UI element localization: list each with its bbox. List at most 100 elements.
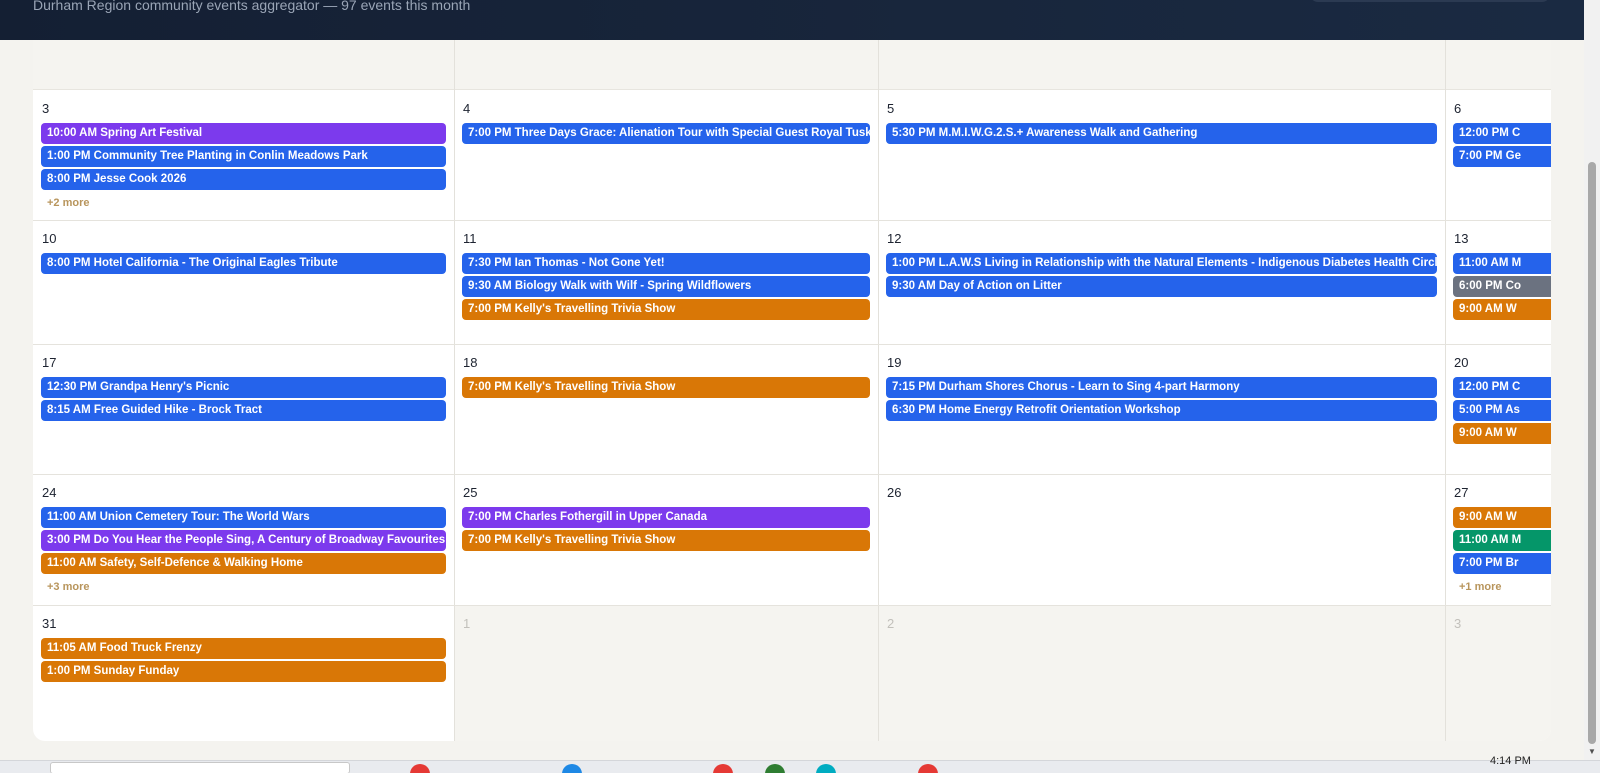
event-chip[interactable]: 9:30 AM Biology Walk with Wilf - Spring … xyxy=(462,275,870,297)
event-chip[interactable]: 8:00 PM Jesse Cook 2026 xyxy=(41,168,446,190)
scroll-down-arrow-icon[interactable]: ▼ xyxy=(1588,747,1596,756)
taskbar-app-icon[interactable] xyxy=(765,764,785,773)
day-number: 2 xyxy=(887,616,895,631)
day-cell[interactable]: 26 xyxy=(878,474,1445,605)
taskbar-app-icon[interactable] xyxy=(816,764,836,773)
day-number: 1 xyxy=(463,616,471,631)
row-divider xyxy=(33,344,1551,345)
page-scrollbar[interactable]: ▼ xyxy=(1584,0,1600,760)
header-search-pill[interactable] xyxy=(1310,0,1550,2)
day-number: 12 xyxy=(887,231,902,246)
event-chip[interactable]: 9:30 AM Day of Action on Litter xyxy=(886,275,1437,297)
app-header: Durham Region community events aggregato… xyxy=(0,0,1584,40)
day-cell[interactable]: 31 11:05 AM Food Truck Frenzy 1:00 PM Sund… xyxy=(33,605,454,741)
taskbar-app-icon[interactable] xyxy=(713,764,733,773)
day-number: 25 xyxy=(463,485,478,500)
day-cell[interactable]: 6 12:00 PM C 7:00 PM Ge xyxy=(1445,90,1551,220)
scrollbar-thumb[interactable] xyxy=(1588,162,1596,744)
event-chip[interactable]: 5:00 PM As xyxy=(1453,399,1551,421)
event-chip[interactable]: 5:30 PM M.M.I.W.G.2.S.+ Awareness Walk a… xyxy=(886,123,1437,144)
day-number: 5 xyxy=(887,101,895,116)
day-number: 31 xyxy=(42,616,57,631)
month-calendar: 3 10:00 AM Spring Art Festival 1:00 PM Com… xyxy=(33,40,1551,741)
day-cell[interactable]: 11 7:30 PM Ian Thomas - Not Gone Yet! 9:30… xyxy=(454,220,878,344)
day-number: 10 xyxy=(42,231,57,246)
day-number: 27 xyxy=(1454,485,1469,500)
column-divider xyxy=(454,40,455,741)
day-number: 24 xyxy=(42,485,57,500)
day-cell[interactable]: 19 7:15 PM Durham Shores Chorus - Learn t… xyxy=(878,344,1445,474)
event-chip[interactable]: 7:00 PM Kelly's Travelling Trivia Show xyxy=(462,529,870,551)
day-cell[interactable]: 12 1:00 PM L.A.W.S Living in Relationship… xyxy=(878,220,1445,344)
day-cell[interactable]: 17 12:30 PM Grandpa Henry's Picnic 8:15 AM… xyxy=(33,344,454,474)
event-chip[interactable]: 9:00 AM W xyxy=(1453,422,1551,444)
event-chip[interactable]: 8:15 AM Free Guided Hike - Brock Tract xyxy=(41,399,446,421)
event-chip[interactable]: 7:30 PM Ian Thomas - Not Gone Yet! xyxy=(462,253,870,274)
taskbar-clock: 4:14 PM xyxy=(1490,755,1531,767)
day-cell[interactable]: 3 10:00 AM Spring Art Festival 1:00 PM Com… xyxy=(33,90,454,220)
event-chip[interactable]: 1:00 PM L.A.W.S Living in Relationship w… xyxy=(886,253,1437,274)
header-subtitle: Durham Region community events aggregato… xyxy=(33,0,471,13)
more-events-link[interactable]: +1 more xyxy=(1459,581,1502,593)
day-number: 6 xyxy=(1454,101,1462,116)
os-taskbar: 4:14 PM xyxy=(0,755,1600,773)
day-cell[interactable]: 1 xyxy=(454,605,878,741)
column-divider xyxy=(878,40,879,741)
day-cell[interactable]: 3 xyxy=(1445,605,1551,741)
day-number: 17 xyxy=(42,355,57,370)
event-chip[interactable]: 11:00 AM M xyxy=(1453,253,1551,274)
event-chip[interactable]: 6:30 PM Home Energy Retrofit Orientation… xyxy=(886,399,1437,421)
event-chip[interactable]: 7:00 PM Three Days Grace: Alienation Tou… xyxy=(462,123,870,144)
day-number: 18 xyxy=(463,355,478,370)
day-number: 4 xyxy=(463,101,471,116)
taskbar-search-box[interactable] xyxy=(50,762,350,773)
day-number: 13 xyxy=(1454,231,1469,246)
event-chip[interactable]: 12:00 PM C xyxy=(1453,377,1551,398)
day-number: 11 xyxy=(463,231,477,246)
event-chip[interactable]: 8:00 PM Hotel California - The Original … xyxy=(41,253,446,274)
event-chip[interactable]: 7:00 PM Kelly's Travelling Trivia Show xyxy=(462,298,870,320)
event-chip[interactable]: 11:00 AM Union Cemetery Tour: The World … xyxy=(41,507,446,528)
day-cell[interactable]: 13 11:00 AM M 6:00 PM Co 9:00 AM W xyxy=(1445,220,1551,344)
event-chip[interactable]: 12:00 PM C xyxy=(1453,123,1551,144)
day-number: 3 xyxy=(42,101,50,116)
day-cell[interactable]: 5 5:30 PM M.M.I.W.G.2.S.+ Awareness Walk … xyxy=(878,90,1445,220)
day-cell[interactable]: 27 9:00 AM W 11:00 AM M 7:00 PM Br +1 more xyxy=(1445,474,1551,605)
previous-week-row xyxy=(33,40,1551,90)
event-chip[interactable]: 11:00 AM M xyxy=(1453,529,1551,551)
event-chip[interactable]: 1:00 PM Sunday Funday xyxy=(41,660,446,682)
day-cell[interactable]: 25 7:00 PM Charles Fothergill in Upper Ca… xyxy=(454,474,878,605)
event-chip[interactable]: 7:00 PM Kelly's Travelling Trivia Show xyxy=(462,377,870,398)
event-chip[interactable]: 1:00 PM Community Tree Planting in Conli… xyxy=(41,145,446,167)
row-divider xyxy=(33,474,1551,475)
taskbar-app-icon[interactable] xyxy=(410,764,430,773)
day-cell[interactable]: 18 7:00 PM Kelly's Travelling Trivia Show xyxy=(454,344,878,474)
taskbar-app-icon[interactable] xyxy=(918,764,938,773)
row-divider xyxy=(33,605,1551,606)
event-chip[interactable]: 11:00 AM Safety, Self-Defence & Walking … xyxy=(41,552,446,574)
day-cell[interactable]: 20 12:00 PM C 5:00 PM As 9:00 AM W xyxy=(1445,344,1551,474)
event-chip[interactable]: 10:00 AM Spring Art Festival xyxy=(41,123,446,144)
event-chip[interactable]: 11:05 AM Food Truck Frenzy xyxy=(41,638,446,659)
event-chip[interactable]: 6:00 PM Co xyxy=(1453,275,1551,297)
more-events-link[interactable]: +3 more xyxy=(47,581,90,593)
column-divider xyxy=(1445,40,1446,741)
event-chip[interactable]: 3:00 PM Do You Hear the People Sing, A C… xyxy=(41,529,446,551)
event-chip[interactable]: 7:15 PM Durham Shores Chorus - Learn to … xyxy=(886,377,1437,398)
event-chip[interactable]: 9:00 AM W xyxy=(1453,298,1551,320)
row-divider xyxy=(33,220,1551,221)
taskbar-app-icon[interactable] xyxy=(562,764,582,773)
day-number: 3 xyxy=(1454,616,1462,631)
event-chip[interactable]: 7:00 PM Ge xyxy=(1453,145,1551,167)
day-cell[interactable]: 10 8:00 PM Hotel California - The Origina… xyxy=(33,220,454,344)
event-chip[interactable]: 12:30 PM Grandpa Henry's Picnic xyxy=(41,377,446,398)
day-cell[interactable]: 24 11:00 AM Union Cemetery Tour: The Worl… xyxy=(33,474,454,605)
event-chip[interactable]: 9:00 AM W xyxy=(1453,507,1551,528)
day-cell[interactable]: 4 7:00 PM Three Days Grace: Alienation To… xyxy=(454,90,878,220)
event-chip[interactable]: 7:00 PM Charles Fothergill in Upper Cana… xyxy=(462,507,870,528)
day-number: 19 xyxy=(887,355,902,370)
day-cell[interactable]: 2 xyxy=(878,605,1445,741)
event-chip[interactable]: 7:00 PM Br xyxy=(1453,552,1551,574)
more-events-link[interactable]: +2 more xyxy=(47,197,90,209)
day-number: 20 xyxy=(1454,355,1469,370)
